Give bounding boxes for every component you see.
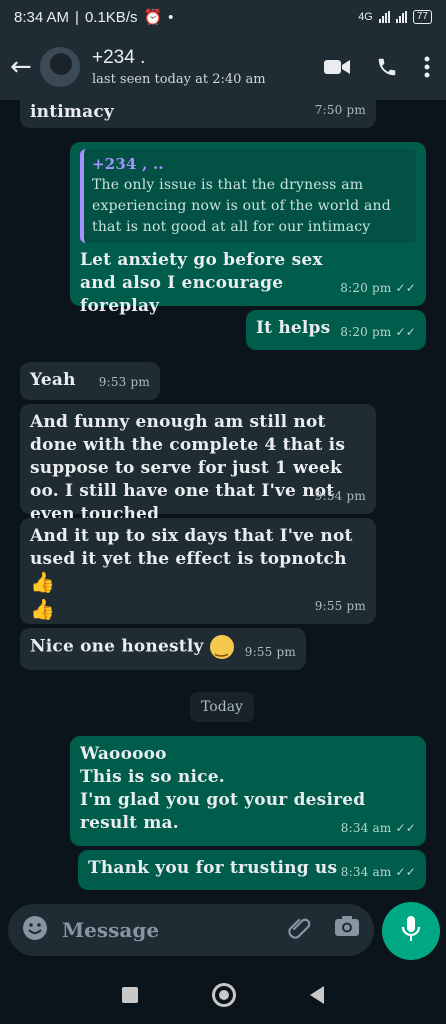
message-text: And funny enough am still not done with … — [30, 412, 346, 524]
back-arrow-icon[interactable]: ← — [10, 52, 36, 82]
message-time: 8:34 am — [340, 865, 392, 879]
recents-icon[interactable] — [122, 987, 138, 1003]
video-call-icon[interactable] — [324, 58, 350, 76]
dot-icon: • — [168, 8, 174, 26]
double-check-icon: ✓✓ — [395, 821, 416, 835]
message-outgoing[interactable]: It helps 8:20 pm ✓✓ — [246, 310, 426, 350]
quoted-sender: +234 , .. — [92, 155, 164, 173]
attach-icon[interactable] — [288, 915, 312, 945]
thumbs-up-emoji: 👍 — [30, 597, 56, 621]
battery-icon: 77 — [412, 10, 432, 24]
message-text: Let anxiety go before sex and also I enc… — [80, 250, 323, 316]
contact-name: +234 . — [92, 47, 146, 68]
message-text: Nice one honestly — [30, 636, 204, 657]
network-type: 4G — [358, 11, 373, 23]
quoted-message[interactable]: +234 , .. The only issue is that the dry… — [80, 149, 416, 243]
status-separator: | — [75, 8, 79, 26]
signal-icon — [378, 11, 390, 23]
emoji-icon[interactable] — [22, 915, 48, 945]
chat-area[interactable]: intimacy 7:50 pm +234 , .. The only issu… — [0, 94, 446, 898]
network-speed: 0.1KB/s — [84, 8, 138, 26]
message-meta: 8:20 pm ✓✓ — [340, 277, 416, 300]
contact-info[interactable]: +234 . last seen today at 2:40 am — [92, 47, 266, 87]
back-triangle-icon[interactable] — [310, 986, 324, 1004]
message-meta: 8:34 am ✓✓ — [341, 817, 416, 840]
message-time: 9:54 pm — [314, 489, 366, 503]
message-time: 8:20 pm — [340, 281, 392, 295]
voice-call-icon[interactable] — [376, 56, 398, 78]
alarm-icon: ⏰ — [143, 9, 163, 26]
home-icon[interactable] — [212, 983, 236, 1007]
date-chip: Today — [190, 692, 254, 722]
message-outgoing[interactable]: Thank you for trusting us 8:34 am ✓✓ — [78, 850, 426, 890]
signal-icon-2 — [395, 11, 407, 23]
message-incoming[interactable]: And funny enough am still not done with … — [20, 404, 376, 524]
message-input-bar[interactable]: Message — [8, 904, 374, 956]
status-bar: 8:34 AM | 0.1KB/s ⏰ • 4G 77 — [0, 0, 446, 34]
avatar[interactable] — [40, 47, 80, 87]
status-time: 8:34 AM — [14, 8, 70, 26]
double-check-icon: ✓✓ — [395, 325, 416, 339]
message-incoming[interactable]: Yeah 9:53 pm — [20, 362, 160, 400]
message-time: 8:20 pm — [340, 325, 392, 339]
message-text-wrap: And it up to six days that I've not used… — [30, 525, 366, 594]
double-check-icon: ✓✓ — [395, 865, 416, 879]
message-text: Thank you for trusting us — [88, 858, 338, 878]
more-options-icon[interactable] — [424, 56, 430, 78]
message-text: intimacy — [30, 102, 114, 122]
system-nav-bar — [0, 966, 446, 1024]
mic-button[interactable] — [382, 902, 440, 960]
message-meta: 8:20 pm ✓✓ — [340, 321, 416, 344]
message-incoming[interactable]: intimacy 7:50 pm — [20, 94, 376, 128]
message-meta: 8:34 am ✓✓ — [341, 861, 416, 884]
chat-header: ← +234 . last seen today at 2:40 am — [0, 34, 446, 100]
mic-icon — [401, 915, 421, 947]
message-time: 9:55 pm — [244, 645, 296, 659]
message-input[interactable]: Message — [62, 918, 159, 942]
message-incoming[interactable]: And it up to six days that I've not used… — [20, 518, 376, 624]
double-check-icon: ✓✓ — [395, 281, 416, 295]
message-text: Yeah — [30, 370, 76, 390]
message-incoming[interactable]: Nice one honestly 9:55 pm — [20, 628, 306, 670]
message-text: And it up to six days that I've not used… — [30, 526, 353, 569]
message-time: 9:55 pm — [314, 599, 366, 613]
message-outgoing[interactable]: Waooooo This is so nice. I'm glad you go… — [70, 736, 426, 846]
message-time: 9:53 pm — [98, 375, 150, 389]
thumbs-up-emoji: 👍 — [30, 570, 56, 594]
message-text: It helps — [256, 318, 331, 338]
camera-icon[interactable] — [334, 915, 360, 945]
last-seen: last seen today at 2:40 am — [92, 72, 266, 87]
smiley-emoji — [209, 635, 234, 661]
quoted-text: The only issue is that the dryness am ex… — [92, 177, 391, 235]
message-time: 7:50 pm — [314, 103, 366, 117]
message-time: 8:34 am — [340, 821, 392, 835]
message-outgoing[interactable]: +234 , .. The only issue is that the dry… — [70, 142, 426, 316]
